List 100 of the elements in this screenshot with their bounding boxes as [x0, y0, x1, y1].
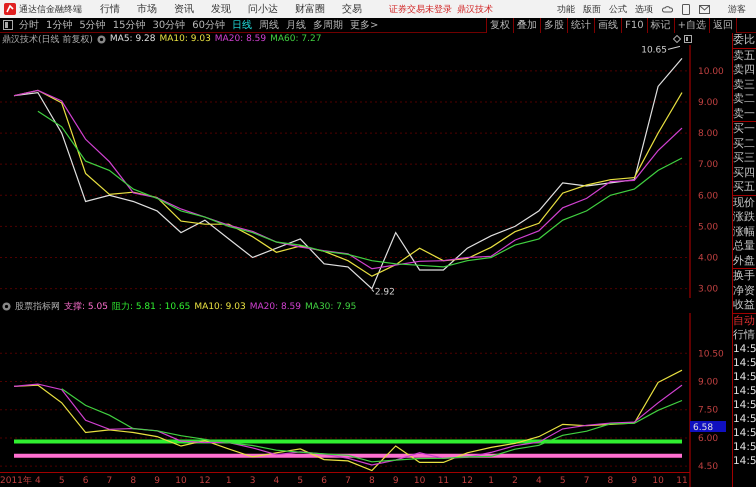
legend-item: MA10: 9.03 [194, 302, 246, 312]
mode-label[interactable]: 自动 [733, 314, 756, 328]
period-tab[interactable]: 15分钟 [112, 18, 146, 32]
quote-label: 卖三 [733, 78, 756, 92]
indicator-title: 股票指标网 [15, 300, 60, 313]
menu-item[interactable]: 行情 [100, 2, 120, 16]
trade-time: 14:5 [733, 356, 756, 370]
menu-item[interactable]: 发现 [211, 2, 231, 16]
phone-icon[interactable] [682, 4, 690, 14]
cloud-icon[interactable] [662, 4, 673, 14]
legend-item: MA10: 9.03 [159, 34, 211, 44]
toolbar-button[interactable]: +自选 [674, 18, 709, 32]
panel-toggle-icon[interactable] [3, 20, 13, 30]
login-notice[interactable]: 证券交易未登录 [389, 2, 452, 16]
toolbar-button[interactable]: 多股 [540, 18, 568, 32]
axis-tick-label: 6.00 [698, 191, 718, 202]
axis-tick-label: 9.00 [698, 98, 718, 108]
menu-item[interactable]: 问小达 [248, 2, 278, 16]
quote-label: 总量 [733, 239, 756, 254]
axis-tick-label: 7 [106, 476, 112, 486]
axis-tick-label: 5 [560, 476, 566, 486]
period-tab[interactable]: 月线 [286, 18, 306, 32]
axis-tick-label: 12 [199, 476, 211, 486]
axis-tick-label: 9 [392, 476, 399, 486]
trade-time: 14:5 [733, 384, 756, 398]
axis-tick-label: 2 [512, 476, 518, 486]
quote-label: 卖四 [733, 63, 756, 78]
quote-label: 买二 [733, 136, 756, 151]
toolbar-button[interactable]: 返回 [709, 18, 736, 32]
period-tab[interactable]: 60分钟 [192, 18, 225, 32]
axis-tick-label: 6 [82, 476, 88, 486]
period-tab[interactable]: 30分钟 [152, 18, 186, 32]
trade-time: 14:5 [733, 398, 756, 412]
toolbar-button[interactable]: F10 [621, 18, 647, 32]
axis-tick-label: 10 [652, 476, 664, 486]
toolbar-button[interactable]: 画线 [594, 18, 622, 32]
quote-label: 委比 [733, 33, 756, 48]
axis-tick-label: 12 [462, 476, 473, 486]
menu-item[interactable]: 公式 [609, 2, 627, 16]
toolbar-button[interactable]: 标记 [646, 18, 674, 32]
user-label[interactable]: 游客 [728, 2, 746, 16]
axis-tick-label: 4 [35, 476, 41, 486]
axis-tick-label: 6.00 [698, 434, 718, 444]
axis-tick-label: 9 [154, 476, 160, 486]
axis-tick-label: 10 [175, 476, 187, 486]
quote-label: 净资 [733, 284, 756, 298]
axis-tick-label: 4.50 [698, 462, 718, 472]
quote-label: 外盘 [733, 254, 756, 268]
quote-label: 涨幅 [733, 224, 756, 239]
period-tab[interactable]: 更多> [350, 18, 378, 32]
menu-item[interactable]: 交易 [342, 2, 362, 16]
menu-item[interactable]: 财富圈 [295, 2, 325, 16]
axis-tick-label: 9 [631, 476, 638, 486]
chart-title: 鼎汉技术(日线 前复权) [2, 34, 93, 46]
trade-time: 14:5 [733, 370, 756, 384]
axis-tick-label: 8 [130, 476, 136, 486]
axis-tick-label: 5 [297, 476, 304, 486]
axis-tick-label: 10.50 [698, 349, 724, 360]
axis-tick-label: 7.50 [698, 406, 718, 416]
menu-item[interactable]: 资讯 [174, 2, 194, 16]
toolbar-button[interactable]: 复权 [486, 18, 514, 32]
period-tab[interactable]: 5分钟 [79, 18, 106, 32]
stock-name: 鼎汉技术 [457, 4, 493, 16]
trade-time: 14:5 [733, 454, 756, 468]
menu-item[interactable]: 选项 [635, 2, 653, 16]
menu-item[interactable]: 功能 [557, 2, 575, 16]
trade-time: 14:5 [733, 440, 756, 454]
axis-tick-label: 7 [345, 476, 351, 486]
axis-tick-label: 6 [321, 476, 327, 486]
axis-tick-label: 7 [584, 476, 590, 486]
period-tab[interactable]: 日线 [232, 18, 252, 32]
price-annotation: 2.92 [371, 288, 395, 298]
axis-tick-label: 8 [369, 476, 375, 486]
menu-item[interactable]: 市场 [137, 2, 157, 16]
axis-tick-label: 11 [438, 476, 450, 486]
diamond-icon[interactable] [673, 35, 681, 43]
mail-icon[interactable] [699, 4, 710, 14]
toolbar-button[interactable]: 统计 [567, 18, 594, 32]
trade-time: 14:5 [733, 426, 756, 440]
axis-tick-label: 2011年 [0, 476, 32, 486]
axis-tick-label: 4 [536, 476, 542, 486]
period-tab[interactable]: 分时 [19, 18, 39, 32]
trade-time: 14:5 [733, 342, 756, 356]
period-tab[interactable]: 1分钟 [46, 18, 72, 32]
quote-label: 卖五 [733, 48, 756, 63]
quote-label: 收益 [733, 298, 756, 312]
period-tab[interactable]: 多周期 [312, 18, 343, 32]
annotation: 10.65 [641, 45, 667, 56]
menu-item[interactable]: 版面 [583, 2, 601, 16]
axis-tick-label: 10 [414, 476, 426, 486]
square-icon[interactable] [684, 35, 692, 43]
settings-icon[interactable] [2, 302, 11, 311]
legend-item: MA20: 8.59 [214, 34, 266, 44]
period-tab[interactable]: 周线 [258, 18, 279, 32]
quote-label: 换手 [733, 269, 756, 284]
quote-label: 卖二 [733, 92, 756, 106]
settings-icon[interactable] [96, 34, 106, 44]
axis-tick-label: 1 [488, 476, 494, 486]
toolbar-button[interactable]: 叠加 [513, 18, 540, 32]
quote-label: 现价 [733, 196, 756, 210]
